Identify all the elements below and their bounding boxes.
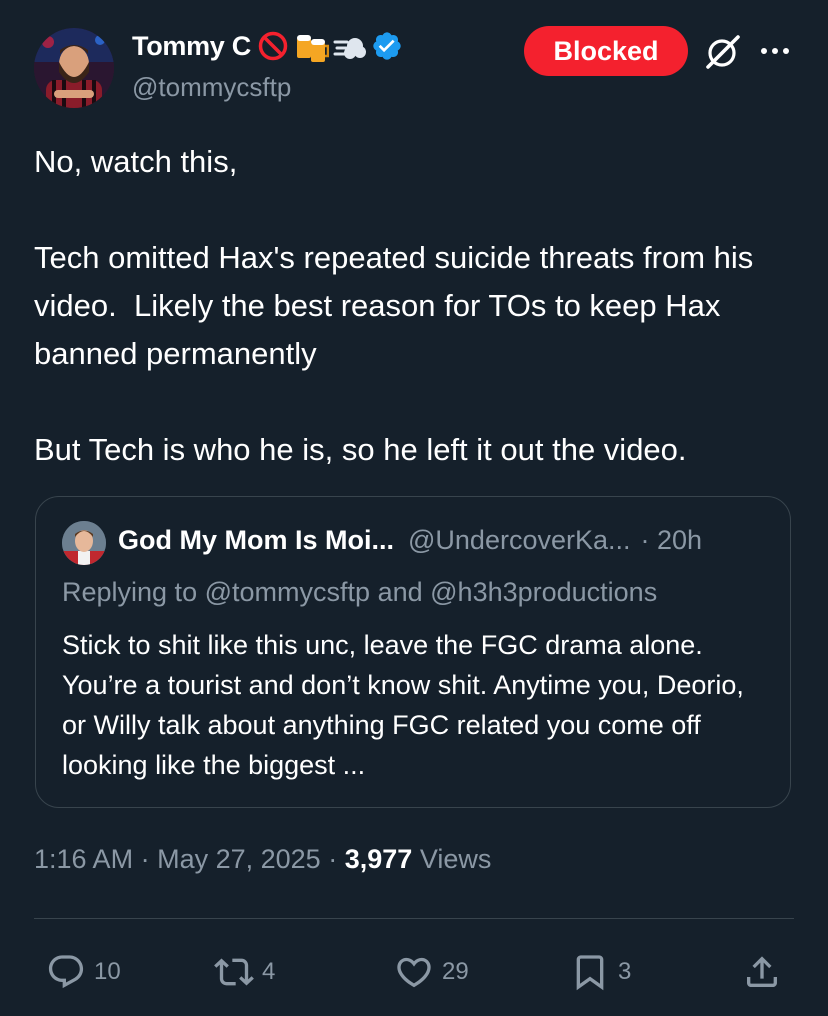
reply-mention-2[interactable]: @h3h3productions bbox=[430, 577, 657, 607]
quoted-tweet[interactable]: God My Mom Is Moi... @UndercoverKa... · … bbox=[35, 496, 791, 808]
replying-to: Replying to @tommycsftp and @h3h3product… bbox=[62, 577, 657, 608]
author-name[interactable]: Tommy C bbox=[132, 31, 251, 62]
meta-separator: · bbox=[328, 844, 338, 874]
tweet-text: No, watch this, Tech omitted Hax's repea… bbox=[34, 138, 794, 474]
author-avatar[interactable] bbox=[34, 28, 114, 108]
tweet-time[interactable]: 1:16 AM bbox=[34, 844, 133, 874]
meta-separator: · bbox=[140, 844, 150, 874]
views-label: Views bbox=[419, 844, 492, 874]
tweet-paragraph: No, watch this, bbox=[34, 144, 238, 179]
quoted-author-name[interactable]: God My Mom Is Moi... bbox=[118, 525, 394, 556]
views-count: 3,977 bbox=[344, 844, 413, 874]
paragraph-spacer bbox=[34, 186, 794, 234]
more-icon[interactable] bbox=[758, 34, 792, 68]
tweet-header: Tommy C @tommycsftp Blocked bbox=[0, 0, 828, 120]
quoted-header: God My Mom Is Moi... @UndercoverKa... · … bbox=[118, 525, 702, 556]
divider bbox=[34, 918, 794, 919]
share-icon bbox=[747, 956, 777, 987]
no-entry-icon bbox=[257, 30, 289, 62]
blocked-button[interactable]: Blocked bbox=[524, 26, 688, 76]
bookmark-count: 3 bbox=[618, 958, 632, 985]
reply-mention-1[interactable]: @tommycsftp bbox=[205, 577, 370, 607]
action-bar: 10 4 29 3 bbox=[0, 940, 828, 1000]
dash-icon bbox=[333, 30, 366, 62]
tweet-meta: 1:16 AM · May 27, 2025 · 3,977 Views bbox=[34, 844, 491, 875]
like-count: 29 bbox=[442, 958, 469, 985]
replying-to-and: and bbox=[377, 577, 423, 607]
repost-button[interactable]: 4 bbox=[214, 952, 275, 992]
bookmark-button[interactable]: 3 bbox=[570, 952, 631, 992]
verified-badge-icon bbox=[371, 30, 403, 62]
paragraph-spacer bbox=[34, 378, 794, 426]
quoted-timestamp: · 20h bbox=[640, 525, 703, 555]
reply-button[interactable]: 10 bbox=[46, 952, 121, 992]
grok-icon[interactable] bbox=[704, 33, 742, 71]
quoted-author-avatar[interactable] bbox=[62, 521, 106, 565]
reply-count: 10 bbox=[94, 958, 121, 985]
tweet-paragraph: Tech omitted Hax's repeated suicide thre… bbox=[34, 240, 762, 371]
heart-icon bbox=[397, 957, 431, 988]
share-button[interactable] bbox=[742, 952, 782, 992]
tweet-paragraph: But Tech is who he is, so he left it out… bbox=[34, 432, 687, 467]
tweet-date[interactable]: May 27, 2025 bbox=[157, 844, 321, 874]
repost-count: 4 bbox=[262, 958, 276, 985]
repost-icon bbox=[214, 958, 254, 986]
author-handle[interactable]: @tommycsftp bbox=[132, 72, 291, 103]
bookmark-icon bbox=[576, 955, 604, 991]
beer-mugs-icon bbox=[295, 30, 330, 62]
quoted-author-handle[interactable]: @UndercoverKa... bbox=[408, 525, 631, 556]
author-name-row: Tommy C bbox=[132, 30, 403, 62]
like-button[interactable]: 29 bbox=[394, 952, 469, 992]
quoted-text: Stick to shit like this unc, leave the F… bbox=[62, 630, 744, 780]
replying-to-prefix: Replying to bbox=[62, 577, 198, 607]
reply-icon bbox=[48, 955, 84, 989]
